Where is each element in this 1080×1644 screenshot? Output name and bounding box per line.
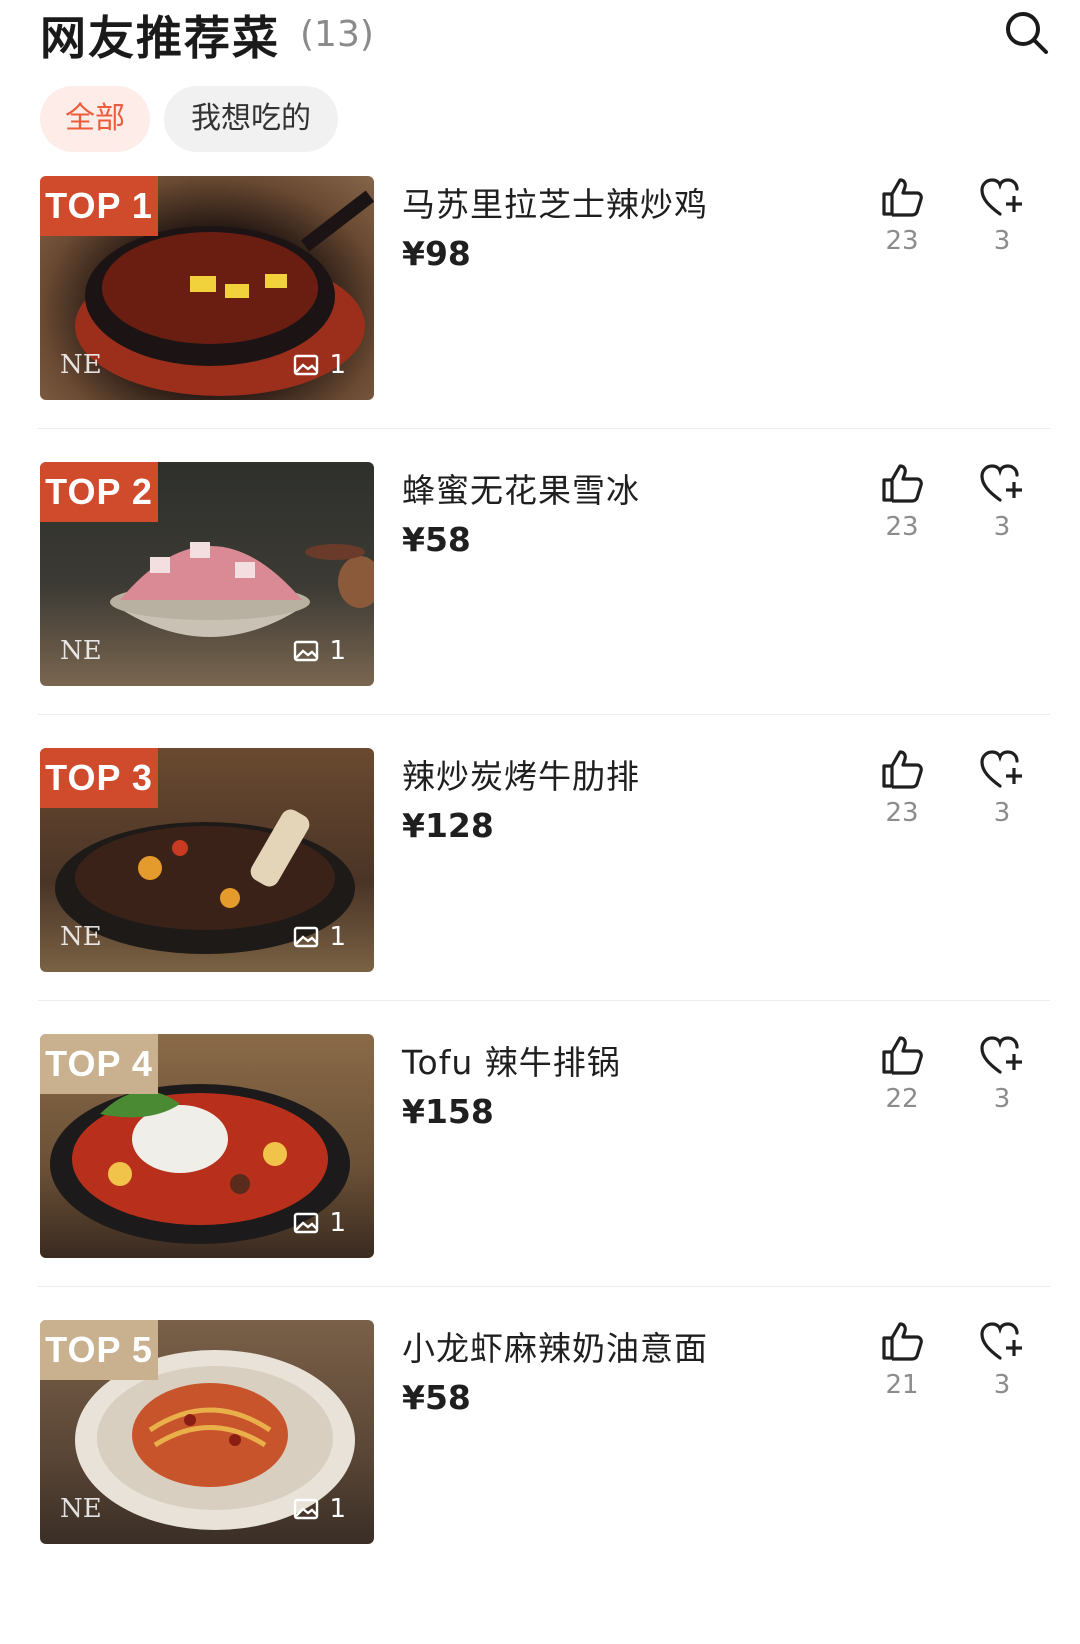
divider bbox=[38, 1000, 1050, 1001]
dish-name[interactable]: 马苏里拉芝士辣炒鸡 bbox=[402, 178, 708, 226]
like-button[interactable]: 21 bbox=[872, 1320, 932, 1400]
thumbs-up-icon bbox=[882, 1036, 923, 1075]
photo-count-value: 1 bbox=[329, 922, 346, 952]
image-icon bbox=[294, 926, 319, 948]
rank-badge: TOP 1 bbox=[40, 176, 158, 236]
photo-count: 1 bbox=[293, 1494, 346, 1524]
favorite-button[interactable]: 3 bbox=[972, 748, 1032, 828]
photo-count: 1 bbox=[293, 922, 346, 952]
photo-count-value: 1 bbox=[329, 636, 346, 666]
thumbs-up-icon bbox=[882, 464, 923, 503]
dish-name[interactable]: 辣炒炭烤牛肋排 bbox=[402, 750, 640, 798]
restaurant-logo: NE bbox=[60, 636, 102, 666]
like-count: 21 bbox=[885, 1370, 919, 1400]
like-count: 22 bbox=[885, 1084, 919, 1114]
dish-photo[interactable]: TOP 1 NE 1 bbox=[40, 176, 374, 400]
heart-plus-icon bbox=[980, 464, 1022, 502]
thumbs-up-icon bbox=[882, 750, 923, 789]
image-icon bbox=[294, 1212, 319, 1234]
favorite-button[interactable]: 3 bbox=[972, 1320, 1032, 1400]
photo-count-value: 1 bbox=[329, 1494, 346, 1524]
favorite-count: 3 bbox=[993, 512, 1011, 542]
restaurant-logo: NE bbox=[60, 1494, 102, 1524]
divider bbox=[38, 714, 1050, 715]
favorite-button[interactable]: 3 bbox=[972, 1034, 1032, 1114]
favorite-count: 3 bbox=[993, 1084, 1011, 1114]
dish-name[interactable]: 蜂蜜无花果雪冰 bbox=[402, 464, 640, 512]
dish-photo[interactable]: TOP 4 1 bbox=[40, 1034, 374, 1258]
dish-name[interactable]: Tofu 辣牛排锅 bbox=[402, 1036, 621, 1084]
image-icon bbox=[294, 1498, 319, 1520]
rank-badge: TOP 4 bbox=[40, 1034, 158, 1094]
rank-badge: TOP 2 bbox=[40, 462, 158, 522]
dish-price: ¥158 bbox=[402, 1092, 494, 1131]
like-count: 23 bbox=[885, 226, 919, 256]
like-count: 23 bbox=[885, 798, 919, 828]
rank-badge: TOP 5 bbox=[40, 1320, 158, 1380]
image-icon bbox=[294, 354, 319, 376]
favorite-count: 3 bbox=[993, 1370, 1011, 1400]
rank-badge: TOP 3 bbox=[40, 748, 158, 808]
photo-count: 1 bbox=[293, 350, 346, 380]
favorite-count: 3 bbox=[993, 226, 1011, 256]
like-button[interactable]: 22 bbox=[872, 1034, 932, 1114]
divider bbox=[38, 1286, 1050, 1287]
heart-plus-icon bbox=[980, 1322, 1022, 1360]
filter-all-chip[interactable]: 全部 bbox=[40, 86, 150, 152]
dish-price: ¥58 bbox=[402, 520, 471, 559]
dish-photo[interactable]: TOP 5 NE 1 bbox=[40, 1320, 374, 1544]
image-icon bbox=[294, 640, 319, 662]
dish-name[interactable]: 小龙虾麻辣奶油意面 bbox=[402, 1322, 708, 1370]
dish-count: (13) bbox=[300, 14, 374, 55]
dish-photo[interactable]: TOP 2 NE 1 bbox=[40, 462, 374, 686]
like-button[interactable]: 23 bbox=[872, 748, 932, 828]
like-button[interactable]: 23 bbox=[872, 462, 932, 542]
photo-count: 1 bbox=[293, 636, 346, 666]
photo-count-value: 1 bbox=[329, 350, 346, 380]
heart-plus-icon bbox=[980, 178, 1022, 216]
favorite-count: 3 bbox=[993, 798, 1011, 828]
like-button[interactable]: 23 bbox=[872, 176, 932, 256]
dish-item[interactable]: TOP 3 NE 1 辣炒炭烤牛肋排 ¥128 23 3 bbox=[40, 748, 1050, 972]
dish-item[interactable]: TOP 1 NE 1 马苏里拉芝士辣炒鸡 ¥98 23 3 bbox=[40, 176, 1050, 400]
dish-item[interactable]: TOP 4 1 Tofu 辣牛排锅 ¥158 22 3 bbox=[40, 1034, 1050, 1258]
photo-count-value: 1 bbox=[329, 1208, 346, 1238]
favorite-button[interactable]: 3 bbox=[972, 462, 1032, 542]
dish-price: ¥128 bbox=[402, 806, 494, 845]
favorite-button[interactable]: 3 bbox=[972, 176, 1032, 256]
restaurant-logo: NE bbox=[60, 350, 102, 380]
thumbs-up-icon bbox=[882, 1322, 923, 1361]
dish-item[interactable]: TOP 5 NE 1 小龙虾麻辣奶油意面 ¥58 21 3 bbox=[40, 1320, 1050, 1544]
heart-plus-icon bbox=[980, 1036, 1022, 1074]
dish-price: ¥98 bbox=[402, 234, 471, 273]
page-title: 网友推荐菜 bbox=[40, 11, 280, 65]
dish-photo[interactable]: TOP 3 NE 1 bbox=[40, 748, 374, 972]
search-icon[interactable] bbox=[1002, 8, 1050, 56]
photo-count: 1 bbox=[293, 1208, 346, 1238]
restaurant-logo: NE bbox=[60, 922, 102, 952]
dish-item[interactable]: TOP 2 NE 1 蜂蜜无花果雪冰 ¥58 23 3 bbox=[40, 462, 1050, 686]
header: 网友推荐菜 (13) bbox=[40, 0, 1050, 70]
thumbs-up-icon bbox=[882, 178, 923, 217]
like-count: 23 bbox=[885, 512, 919, 542]
dish-price: ¥58 bbox=[402, 1378, 471, 1417]
divider bbox=[38, 428, 1050, 429]
filter-want-to-eat-chip[interactable]: 我想吃的 bbox=[164, 86, 338, 152]
heart-plus-icon bbox=[980, 750, 1022, 788]
